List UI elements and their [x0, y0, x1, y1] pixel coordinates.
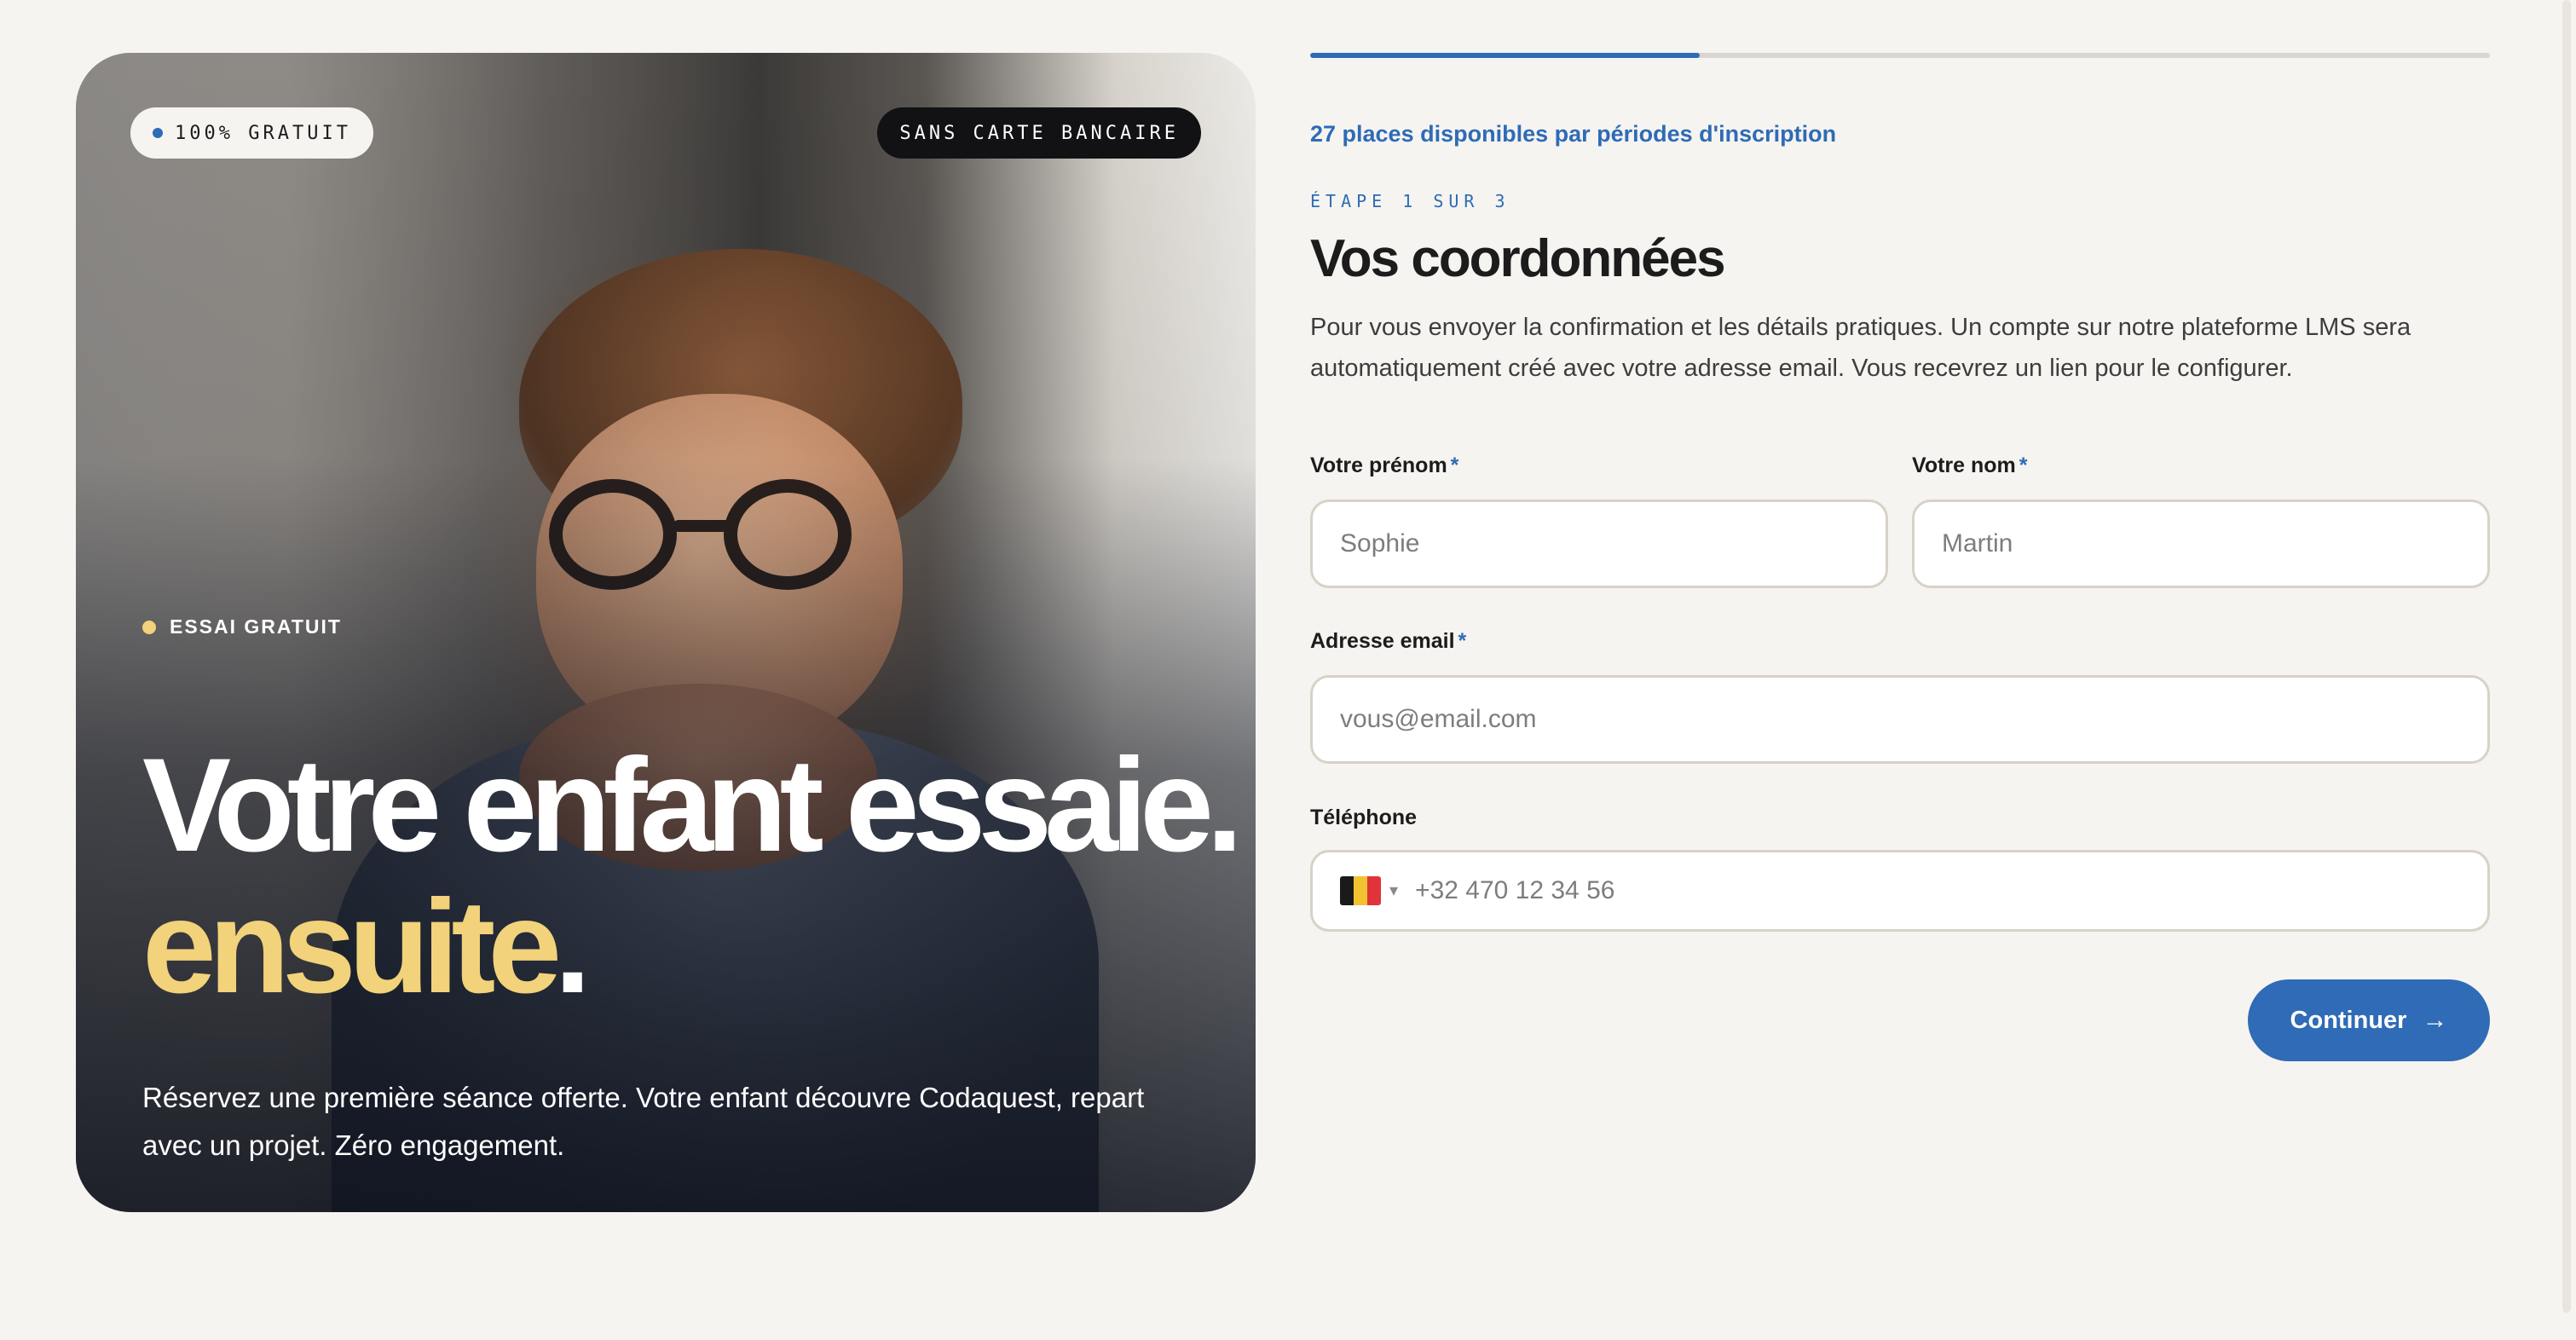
step-progress-bar: [1310, 53, 2490, 58]
hero-title-period: .: [554, 873, 591, 1021]
continue-button-label: Continuer: [2290, 1006, 2407, 1034]
flag-stripe: [1340, 876, 1354, 905]
step-indicator: ÉTAPE 1 SUR 3: [1310, 191, 1510, 211]
email-required-mark: *: [1458, 629, 1467, 653]
phone-label: Téléphone: [1310, 806, 1417, 830]
email-label-text: Adresse email: [1310, 629, 1455, 653]
eyebrow-dot-icon: [142, 620, 156, 634]
belgium-flag-icon[interactable]: [1340, 876, 1381, 905]
first-name-required-mark: *: [1450, 453, 1459, 477]
hero-eyebrow-label: ESSAI GRATUIT: [170, 615, 342, 638]
country-chevron-down-icon[interactable]: ▾: [1389, 882, 1398, 899]
no-card-badge-label: SANS CARTE BANCAIRE: [899, 122, 1179, 144]
phone-label-text: Téléphone: [1310, 806, 1418, 829]
step-progress-fill: [1310, 53, 1700, 58]
hero-title-line1: Votre enfant essaie.: [142, 731, 1243, 880]
hero-eyebrow: ESSAI GRATUIT: [142, 615, 342, 638]
continue-button[interactable]: Continuer →: [2248, 979, 2490, 1061]
free-badge-label: 100% GRATUIT: [175, 122, 351, 144]
free-badge: 100% GRATUIT: [130, 107, 373, 159]
last-name-label: Votre nom *: [1912, 453, 2028, 478]
last-name-field[interactable]: [1912, 500, 2490, 588]
badge-dot-icon: [153, 128, 163, 138]
first-name-label-text: Votre prénom: [1310, 453, 1447, 477]
phone-input[interactable]: [1415, 876, 2487, 905]
arrow-right-icon: →: [2422, 1006, 2448, 1034]
page-scrollbar[interactable]: [2557, 0, 2576, 1340]
last-name-label-text: Votre nom: [1912, 453, 2016, 477]
hero-title-accent: ensuite: [142, 873, 562, 1021]
form-title: Vos coordonnées: [1310, 229, 1726, 288]
first-name-label: Votre prénom *: [1310, 453, 1458, 478]
no-card-badge: SANS CARTE BANCAIRE: [877, 107, 1201, 159]
hero-card: 100% GRATUIT SANS CARTE BANCAIRE ESSAI G…: [76, 53, 1256, 1212]
flag-stripe: [1354, 876, 1367, 905]
flag-stripe: [1367, 876, 1381, 905]
email-field[interactable]: [1310, 675, 2490, 764]
email-label: Adresse email *: [1310, 629, 1466, 654]
first-name-field[interactable]: [1310, 500, 1888, 588]
last-name-required-mark: *: [2019, 453, 2028, 477]
hero-title: Votre enfant essaie. ensuite.: [142, 735, 1243, 1021]
page-scrollbar-thumb[interactable]: [2562, 0, 2571, 1313]
places-available: 27 places disponibles par périodes d'ins…: [1310, 121, 1837, 147]
phone-field: ▾: [1310, 850, 2490, 932]
form-description: Pour vous envoyer la confirmation et les…: [1310, 314, 2411, 382]
hero-subtitle: Réservez une première séance offerte. Vo…: [142, 1082, 1145, 1161]
